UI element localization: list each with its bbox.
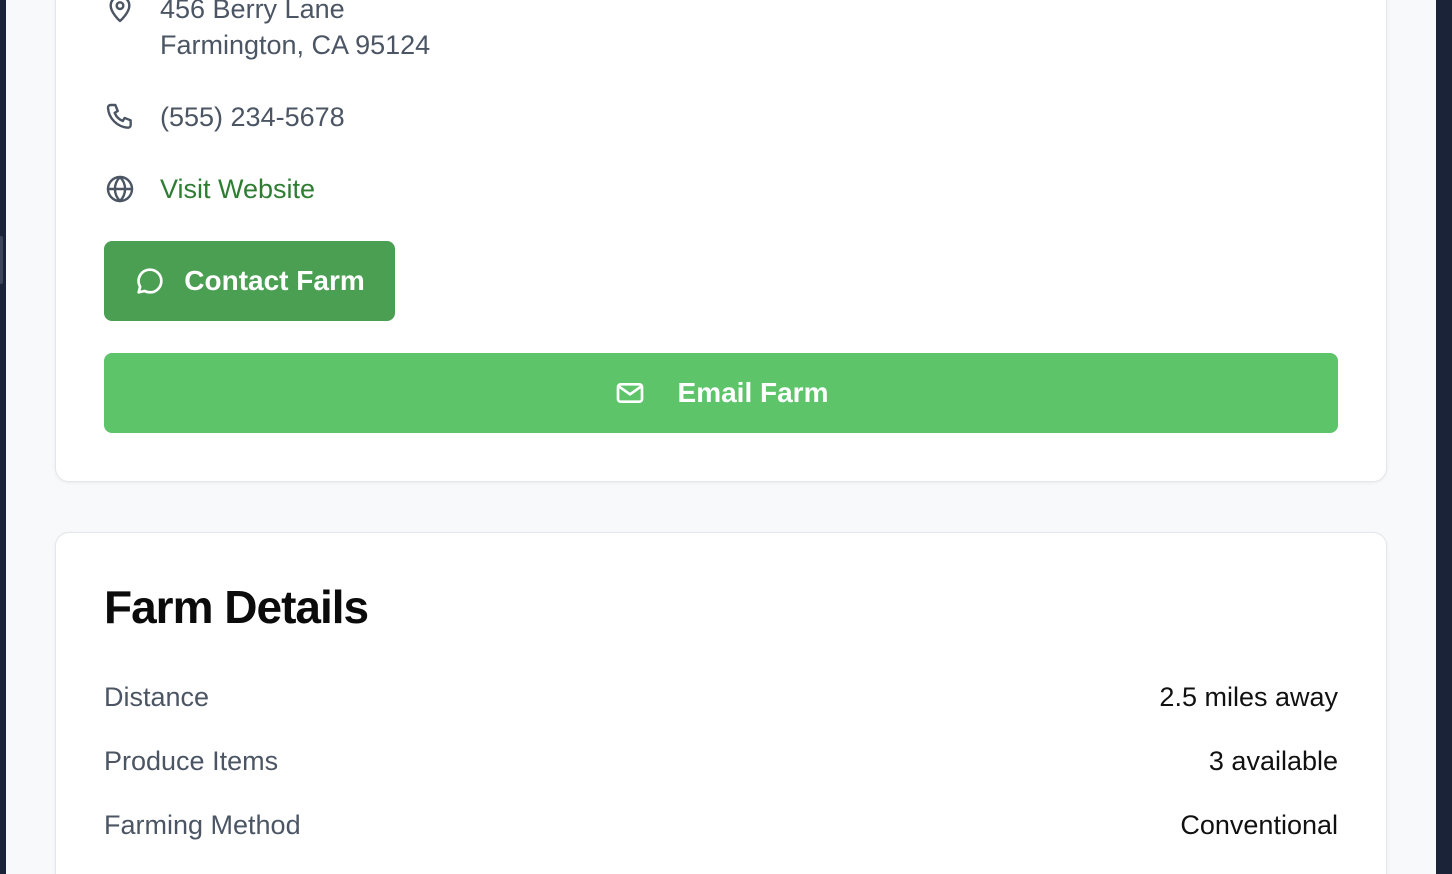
- detail-value: 3 available: [1208, 746, 1338, 776]
- globe-icon: [104, 173, 136, 205]
- detail-row-distance: Distance 2.5 miles away: [104, 679, 1338, 715]
- map-pin-icon: [104, 0, 136, 25]
- detail-label: Produce Items: [104, 746, 279, 776]
- phone-icon: [104, 101, 136, 133]
- detail-row-produce-items: Produce Items 3 available: [104, 743, 1338, 779]
- email-farm-label: Email Farm: [677, 377, 829, 408]
- phone-row: (555) 234-5678: [104, 99, 345, 135]
- right-window-edge: [1436, 0, 1452, 874]
- detail-value: Conventional: [1180, 810, 1338, 840]
- address-text: 456 Berry Lane Farmington, CA 95124: [160, 0, 430, 63]
- left-window-edge: [0, 0, 6, 874]
- detail-label: Distance: [104, 682, 210, 712]
- left-edge-tab: [0, 236, 3, 284]
- visit-website-link[interactable]: Visit Website: [160, 171, 315, 207]
- mail-icon: [614, 377, 646, 409]
- contact-farm-label: Contact Farm: [184, 265, 365, 296]
- email-farm-button[interactable]: Email Farm: [104, 353, 1338, 433]
- detail-label: Farming Method: [104, 810, 301, 840]
- detail-value: 2.5 miles away: [1159, 682, 1338, 712]
- phone-number[interactable]: (555) 234-5678: [160, 99, 345, 135]
- message-circle-icon: [134, 265, 166, 297]
- contact-farm-button[interactable]: Contact Farm: [104, 241, 395, 321]
- farm-details-title: Farm Details: [104, 581, 369, 633]
- address-line-2: Farmington, CA 95124: [160, 30, 431, 60]
- address-row: 456 Berry Lane Farmington, CA 95124: [104, 0, 430, 63]
- website-row: Visit Website: [104, 171, 315, 207]
- address-line-1: 456 Berry Lane: [160, 0, 345, 24]
- detail-row-farming-method: Farming Method Conventional: [104, 807, 1338, 843]
